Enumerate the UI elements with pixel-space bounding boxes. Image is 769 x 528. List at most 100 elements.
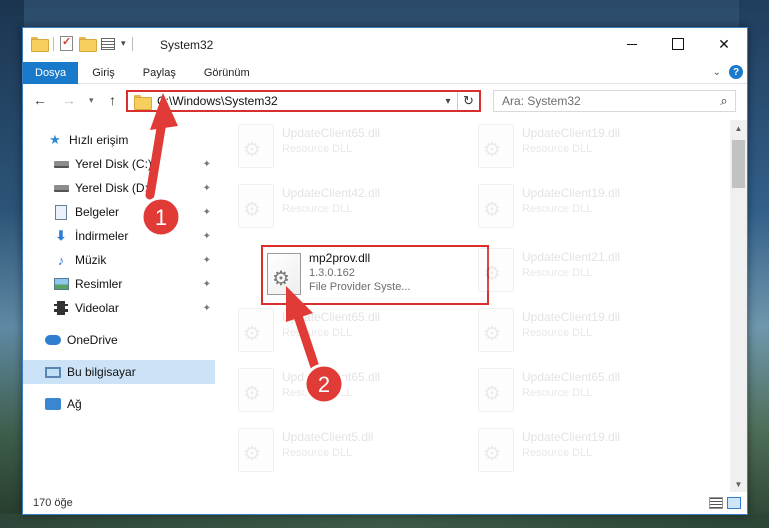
sidebar-item-network[interactable]: Ağ xyxy=(23,392,215,416)
file-tile[interactable]: UpdateClient65.dll Resource DLL xyxy=(238,364,466,420)
pictures-icon xyxy=(53,276,69,292)
tab-share[interactable]: Paylaş xyxy=(129,62,190,84)
file-tile[interactable]: UpdateClient19.dll Resource DLL xyxy=(478,180,706,236)
folder-icon[interactable] xyxy=(31,37,49,52)
new-folder-icon[interactable] xyxy=(79,37,97,52)
file-name: UpdateClient65.dll xyxy=(282,126,381,140)
pin-icon[interactable]: ✦ xyxy=(203,159,211,170)
address-bar[interactable]: C:\Windows\System32 ▾ ↻ xyxy=(126,90,481,112)
address-dropdown-icon[interactable]: ▾ xyxy=(439,96,457,107)
file-tile[interactable]: UpdateClient65.dll Resource DLL xyxy=(238,120,466,176)
sidebar-item-this-pc[interactable]: Bu bilgisayar xyxy=(23,360,215,384)
pin-icon[interactable]: ✦ xyxy=(203,303,211,314)
file-description: Resource DLL xyxy=(522,203,593,215)
pin-icon[interactable]: ✦ xyxy=(203,279,211,290)
navigation-pane: ★ Hızlı erişim Yerel Disk (C:) ✦ Yerel D… xyxy=(23,120,215,492)
file-name: UpdateClient19.dll xyxy=(522,126,621,140)
file-name: UpdateClient65.dll xyxy=(282,310,381,324)
file-description: Resource DLL xyxy=(522,327,593,339)
search-icon[interactable]: ⌕ xyxy=(713,93,735,109)
desktop-background-left xyxy=(0,0,24,528)
sidebar-item-videos[interactable]: Videolar ✦ xyxy=(23,296,215,320)
file-description: Resource DLL xyxy=(282,203,353,215)
sidebar-item-label: Müzik xyxy=(75,253,107,267)
file-version: 1.3.0.162 xyxy=(309,267,355,279)
window-title: System32 xyxy=(160,38,214,52)
dll-file-icon xyxy=(478,124,514,168)
recent-locations-chevron-icon[interactable]: ▾ xyxy=(89,95,94,106)
tab-home[interactable]: Giriş xyxy=(78,62,129,84)
file-description: File Provider Syste... xyxy=(309,281,411,293)
view-options-icon[interactable] xyxy=(101,37,115,50)
file-tile[interactable]: UpdateClient21.dll Resource DLL xyxy=(478,244,706,300)
sidebar-item-local-disk-c[interactable]: Yerel Disk (C:) ✦ xyxy=(23,152,215,176)
sidebar-item-label: Ağ xyxy=(67,397,82,411)
minimize-button[interactable] xyxy=(609,28,655,60)
sidebar-item-local-disk-d[interactable]: Yerel Disk (D:) ✦ xyxy=(23,176,215,200)
tab-view[interactable]: Görünüm xyxy=(190,62,264,84)
documents-icon xyxy=(53,204,69,220)
details-view-icon[interactable] xyxy=(709,497,723,509)
file-name: UpdateClient65.dll xyxy=(522,370,621,384)
file-name: UpdateClient65.dll xyxy=(282,370,381,384)
downloads-icon: ⬇ xyxy=(55,228,67,243)
search-placeholder[interactable]: Ara: System32 xyxy=(502,94,713,108)
file-tile[interactable]: UpdateClient5.dll Resource DLL xyxy=(238,424,466,480)
file-tile[interactable]: UpdateClient65.dll Resource DLL xyxy=(238,304,466,360)
tab-file[interactable]: Dosya xyxy=(23,61,79,84)
tiles-view-icon[interactable] xyxy=(727,497,741,509)
back-arrow-icon[interactable]: ← xyxy=(33,92,47,108)
file-description: Resource DLL xyxy=(522,267,593,279)
file-tile[interactable]: UpdateClient19.dll Resource DLL xyxy=(478,120,706,176)
pin-icon[interactable]: ✦ xyxy=(203,207,211,218)
toolbar-separator xyxy=(53,36,54,51)
ribbon-right: ⌄ ? xyxy=(713,65,743,79)
file-tile[interactable]: UpdateClient19.dll Resource DLL xyxy=(478,304,706,360)
file-description: Resource DLL xyxy=(522,447,593,459)
scroll-down-arrow-icon[interactable]: ▼ xyxy=(730,476,747,492)
forward-arrow-icon[interactable]: → xyxy=(62,92,76,108)
desktop-background-bottom xyxy=(0,514,769,528)
refresh-icon[interactable]: ↻ xyxy=(457,92,479,110)
vertical-scrollbar[interactable]: ▲ ▼ xyxy=(730,120,747,492)
sidebar-item-quick-access[interactable]: ★ Hızlı erişim xyxy=(23,128,215,152)
sidebar-item-label: Hızlı erişim xyxy=(69,133,129,147)
maximize-button[interactable] xyxy=(655,28,701,60)
file-description: Resource DLL xyxy=(522,143,593,155)
dll-file-icon xyxy=(478,248,514,292)
properties-icon[interactable] xyxy=(60,35,73,51)
expand-ribbon-chevron-icon[interactable]: ⌄ xyxy=(713,67,721,78)
address-folder-icon xyxy=(134,94,152,110)
sidebar-item-documents[interactable]: Belgeler ✦ xyxy=(23,200,215,224)
customize-toolbar-chevron-icon[interactable]: ▾ xyxy=(121,38,126,49)
sidebar-item-pictures[interactable]: Resimler ✦ xyxy=(23,272,215,296)
scrollbar-thumb[interactable] xyxy=(732,140,745,188)
sidebar-item-label: Yerel Disk (C:) xyxy=(75,157,152,171)
pin-icon[interactable]: ✦ xyxy=(203,255,211,266)
file-tile-mp2prov[interactable]: mp2prov.dll 1.3.0.162 File Provider Syst… xyxy=(261,245,489,305)
onedrive-icon xyxy=(45,332,61,348)
sidebar-item-onedrive[interactable]: OneDrive xyxy=(23,328,215,352)
sidebar-item-label: İndirmeler xyxy=(75,229,129,243)
scroll-up-arrow-icon[interactable]: ▲ xyxy=(730,120,747,136)
sidebar-item-downloads[interactable]: ⬇ İndirmeler ✦ xyxy=(23,224,215,248)
file-name: UpdateClient21.dll xyxy=(522,250,621,264)
up-arrow-icon[interactable]: ↑ xyxy=(109,92,116,108)
dll-file-icon xyxy=(478,184,514,228)
pin-icon[interactable]: ✦ xyxy=(203,231,211,242)
file-tile[interactable]: UpdateClient65.dll Resource DLL xyxy=(478,364,706,420)
music-icon: ♪ xyxy=(57,252,65,268)
file-name: mp2prov.dll xyxy=(309,251,371,265)
pin-icon[interactable]: ✦ xyxy=(203,183,211,194)
help-icon[interactable]: ? xyxy=(729,65,743,79)
search-box[interactable]: Ara: System32 ⌕ xyxy=(493,90,736,112)
this-pc-icon xyxy=(45,364,61,380)
dll-file-icon xyxy=(238,368,274,412)
close-button[interactable]: ✕ xyxy=(701,28,747,60)
file-tile[interactable]: UpdateClient42.dll Resource DLL xyxy=(238,180,466,236)
file-tile[interactable]: UpdateClient19.dll Resource DLL xyxy=(478,424,706,480)
sidebar-item-music[interactable]: ♪ Müzik ✦ xyxy=(23,248,215,272)
drive-icon xyxy=(53,156,69,172)
address-path[interactable]: C:\Windows\System32 xyxy=(157,94,439,108)
dll-file-icon xyxy=(478,368,514,412)
